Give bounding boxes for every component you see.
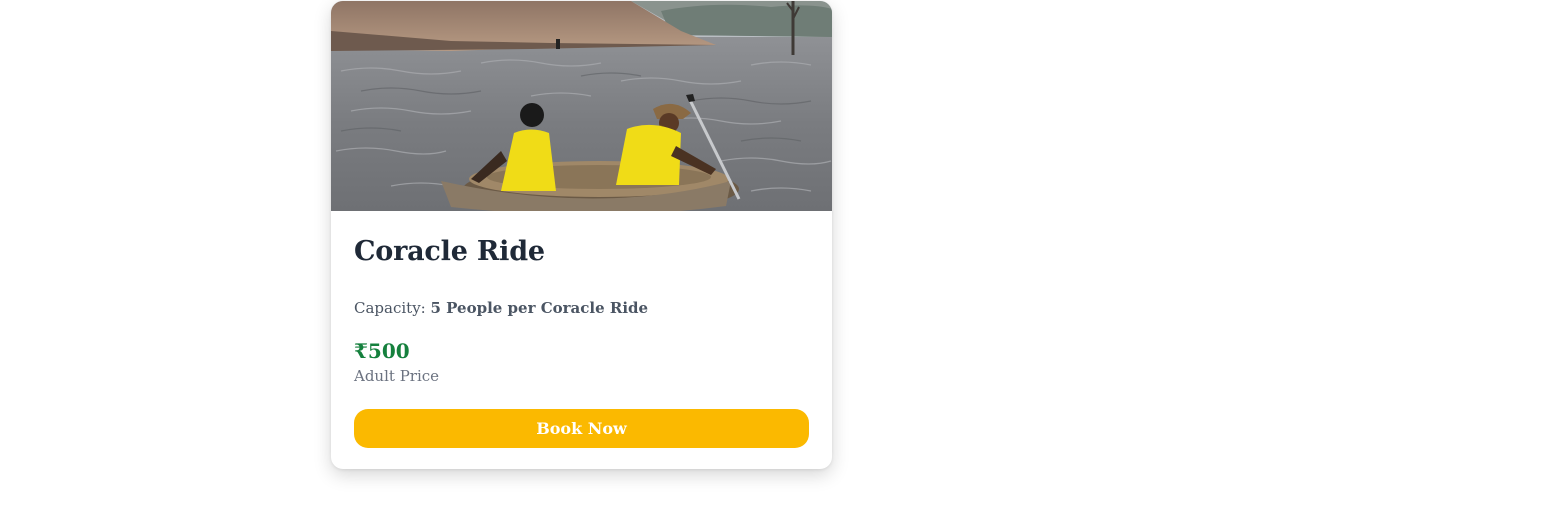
capacity-label: Capacity: — [354, 299, 431, 317]
adult-price-label: Adult Price — [354, 367, 440, 385]
capacity-value: 5 People per Coracle Ride — [430, 299, 649, 317]
activity-card: Coracle Ride Capacity: 5 People per Cora… — [331, 1, 832, 469]
coracle-ride-image — [331, 1, 832, 211]
activity-title: Coracle Ride — [354, 236, 545, 267]
adult-price-value: ₹500 — [354, 339, 410, 363]
capacity-text: Capacity: 5 People per Coracle Ride — [354, 299, 648, 317]
book-now-button[interactable]: Book Now — [354, 409, 809, 448]
